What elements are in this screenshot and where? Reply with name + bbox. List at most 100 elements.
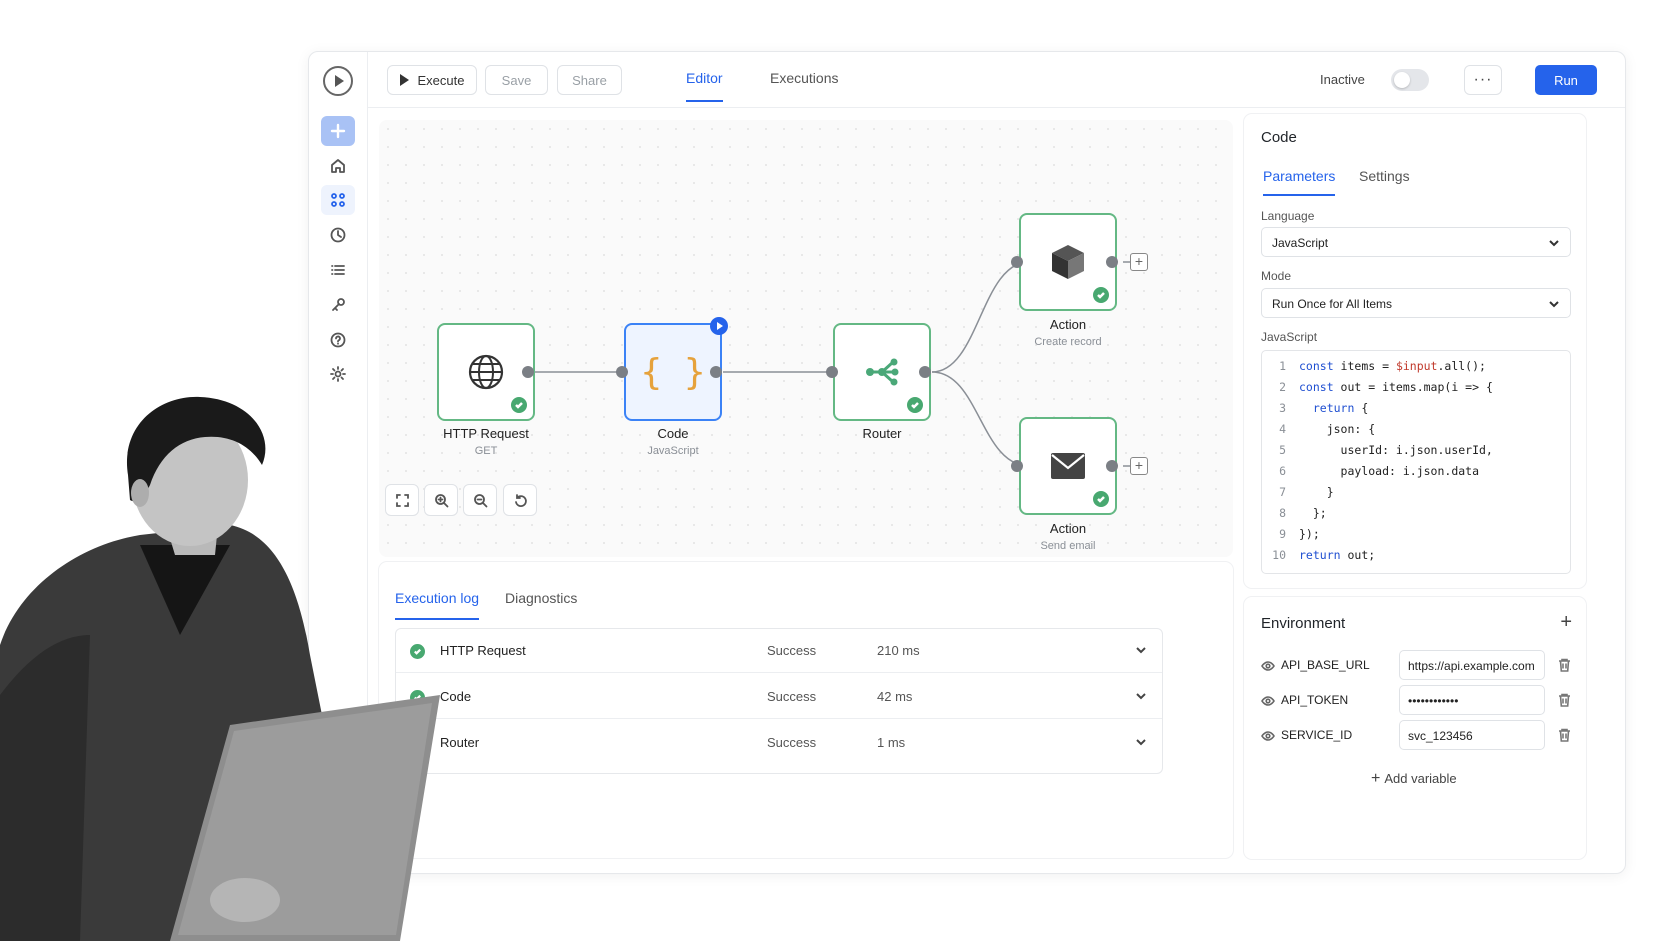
output-port[interactable]	[522, 366, 534, 378]
run-button[interactable]: Run	[1535, 65, 1597, 95]
log-duration: 42 ms	[877, 689, 913, 704]
env-value-input[interactable]: ••••••••••••	[1399, 685, 1545, 715]
node-settings-panel: Code Parameters Settings Language JavaSc…	[1244, 114, 1586, 588]
log-row[interactable]: Code Success 42 ms	[396, 675, 1162, 719]
output-port[interactable]	[1106, 460, 1118, 472]
sidebar-item-credentials[interactable]	[321, 290, 355, 320]
tab-editor[interactable]: Editor	[686, 70, 723, 102]
more-options-button[interactable]: ···	[1464, 65, 1502, 95]
eye-icon[interactable]	[1261, 694, 1275, 706]
chevron-down-icon[interactable]	[1134, 735, 1148, 749]
success-check-icon	[1093, 491, 1109, 507]
node-title: Router	[862, 426, 902, 441]
log-duration: 1 ms	[877, 735, 906, 750]
output-port[interactable]	[1106, 256, 1118, 268]
input-port[interactable]	[616, 366, 628, 378]
tab-executions[interactable]: Executions	[770, 70, 838, 100]
node-title: Action	[1049, 521, 1087, 536]
node-subtitle: Create record	[1034, 336, 1102, 348]
eye-icon[interactable]	[1261, 729, 1275, 741]
language-select[interactable]: JavaScript	[1261, 227, 1571, 257]
output-port[interactable]	[710, 366, 722, 378]
environment-title: Environment	[1261, 615, 1346, 632]
tab-settings[interactable]: Settings	[1359, 168, 1410, 194]
execute-label: Execute	[417, 72, 465, 88]
log-duration: 210 ms	[877, 643, 920, 658]
code-line: 10 return out;	[1272, 548, 1376, 562]
chevron-down-icon[interactable]	[1134, 643, 1148, 657]
chevron-down-icon[interactable]	[1134, 689, 1148, 703]
sidebar-item-history[interactable]	[321, 220, 355, 250]
save-label: Save	[501, 72, 532, 88]
node-action-create-record[interactable]	[1019, 213, 1117, 311]
env-key: API_BASE_URL	[1281, 658, 1370, 672]
share-button[interactable]: Share	[557, 65, 622, 95]
cube-icon	[1052, 245, 1084, 279]
input-port[interactable]	[1011, 256, 1023, 268]
code-line: 6 payload: i.json.data	[1279, 464, 1480, 478]
env-key: SERVICE_ID	[1281, 728, 1353, 742]
code-line: 5 userId: i.json.userId,	[1279, 443, 1493, 457]
save-button[interactable]: Save	[485, 65, 548, 95]
run-node-icon[interactable]	[710, 317, 728, 335]
add-variable-label: Add variable	[1384, 771, 1457, 786]
env-value-input[interactable]: svc_123456	[1399, 720, 1545, 750]
chevron-down-icon	[1549, 240, 1559, 247]
code-editor[interactable]: 1 const items = $input.all(); 2 const out …	[1261, 350, 1571, 574]
mode-label: Mode	[1261, 269, 1292, 283]
log-node-name: Code	[440, 689, 472, 704]
node-router[interactable]	[833, 323, 931, 421]
top-toolbar: Execute Save Share Editor Executions Ina…	[368, 52, 1625, 108]
code-line: 7 }	[1279, 485, 1334, 499]
log-status: Success	[767, 735, 817, 750]
sidebar-item-workflows[interactable]	[321, 185, 355, 215]
active-toggle[interactable]	[1391, 69, 1429, 91]
add-workflow-button[interactable]	[321, 116, 355, 146]
eye-icon[interactable]	[1261, 659, 1275, 671]
node-subtitle: JavaScript	[647, 445, 699, 457]
trash-icon[interactable]	[1558, 693, 1571, 707]
plus-icon	[330, 123, 346, 139]
tab-diagnostics[interactable]: Diagnostics	[505, 590, 577, 618]
sidebar-item-home[interactable]	[321, 151, 355, 181]
node-code[interactable]: { }	[624, 317, 728, 421]
history-icon	[330, 227, 346, 243]
success-check-icon	[907, 397, 923, 413]
sidebar-item-settings[interactable]	[321, 359, 355, 389]
sidebar-item-list[interactable]	[321, 255, 355, 285]
logo-icon[interactable]	[323, 66, 353, 96]
language-value: JavaScript	[1272, 236, 1329, 250]
add-variable-icon[interactable]: +	[1560, 611, 1572, 634]
panel-title: Code	[1261, 129, 1297, 146]
log-row[interactable]: HTTP Request Success 210 ms	[396, 629, 1162, 673]
output-port[interactable]	[919, 366, 931, 378]
workflow-editor-window: Execute Save Share Editor Executions Ina…	[308, 51, 1626, 874]
add-node-button[interactable]: +	[1130, 253, 1148, 271]
env-value-input[interactable]: https://api.example.com	[1399, 650, 1545, 680]
input-port[interactable]	[826, 366, 838, 378]
mode-value: Run Once for All Items	[1272, 297, 1393, 311]
sidebar-item-help[interactable]	[321, 325, 355, 355]
env-key: API_TOKEN	[1281, 693, 1349, 707]
trash-icon[interactable]	[1558, 658, 1571, 672]
reset-view-button[interactable]	[503, 484, 537, 516]
code-line: 2 const out = items.map(i => {	[1279, 380, 1493, 394]
add-node-button[interactable]: +	[1130, 457, 1148, 475]
envelope-icon	[1051, 453, 1085, 479]
tab-parameters[interactable]: Parameters	[1263, 168, 1336, 196]
share-label: Share	[572, 72, 607, 88]
code-label: JavaScript	[1261, 330, 1318, 344]
zoom-out-button[interactable]	[463, 484, 497, 516]
chevron-down-icon	[1549, 301, 1559, 308]
mode-select[interactable]: Run Once for All Items	[1261, 288, 1571, 318]
add-variable-button[interactable]: + Add variable	[1371, 770, 1457, 788]
input-port[interactable]	[1011, 460, 1023, 472]
node-action-send-email[interactable]	[1019, 417, 1117, 515]
trash-icon[interactable]	[1558, 728, 1571, 742]
log-node-name: Router	[440, 735, 480, 750]
execute-button[interactable]: Execute	[387, 65, 477, 95]
router-icon	[866, 358, 899, 386]
log-row[interactable]: Router Success 1 ms	[396, 721, 1162, 765]
help-icon	[330, 332, 346, 348]
node-http-request[interactable]	[437, 323, 535, 421]
